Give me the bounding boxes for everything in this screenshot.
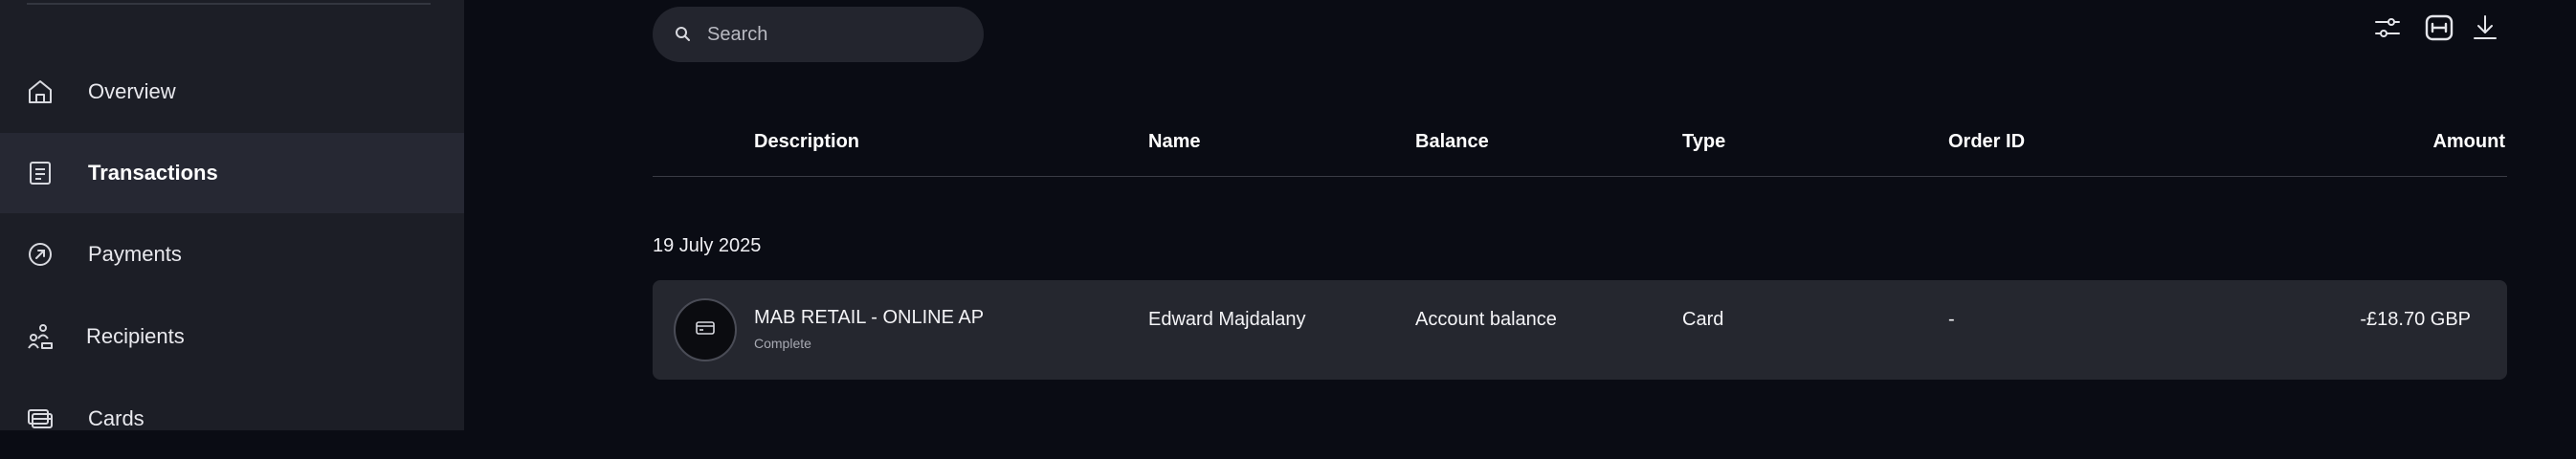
sidebar-item-label: Payments bbox=[88, 242, 182, 266]
column-header-description[interactable]: Description bbox=[754, 131, 859, 153]
transaction-type: Card bbox=[1682, 309, 1724, 330]
transaction-order-id: - bbox=[1948, 309, 1955, 330]
sidebar-item-overview[interactable]: Overview bbox=[0, 52, 464, 132]
main-content: Description Name Balance Type Order ID A… bbox=[464, 0, 2576, 430]
search-bar[interactable] bbox=[653, 7, 984, 62]
column-header-order-id[interactable]: Order ID bbox=[1948, 131, 2025, 153]
sidebar-item-transactions[interactable]: Transactions bbox=[0, 133, 464, 213]
card-icon bbox=[695, 317, 716, 343]
recipients-icon bbox=[25, 321, 56, 352]
sidebar-divider bbox=[27, 3, 431, 5]
sidebar-item-label: Cards bbox=[88, 406, 144, 430]
sidebar-item-label: Overview bbox=[88, 79, 176, 103]
date-group-label: 19 July 2025 bbox=[653, 235, 762, 256]
sidebar-item-payments[interactable]: Payments bbox=[0, 214, 464, 295]
search-input[interactable] bbox=[705, 7, 964, 62]
search-icon bbox=[674, 25, 693, 44]
column-header-type[interactable]: Type bbox=[1682, 131, 1725, 153]
columns-button[interactable] bbox=[2423, 13, 2455, 46]
sidebar-item-cards[interactable]: Cards bbox=[0, 379, 464, 459]
transaction-name: Edward Majdalany bbox=[1148, 309, 1306, 330]
transaction-balance: Account balance bbox=[1415, 309, 1557, 330]
header-divider bbox=[653, 176, 2507, 177]
columns-icon bbox=[2425, 13, 2454, 47]
sidebar: Overview Transactions Payments Recipient… bbox=[0, 0, 464, 430]
transaction-avatar bbox=[674, 298, 737, 361]
column-header-amount[interactable]: Amount bbox=[2432, 131, 2505, 153]
home-icon bbox=[25, 76, 56, 107]
table-row[interactable]: MAB RETAIL - ONLINE AP Complete Edward M… bbox=[653, 280, 2507, 380]
sidebar-item-recipients[interactable]: Recipients bbox=[0, 296, 464, 377]
column-header-balance[interactable]: Balance bbox=[1415, 131, 1489, 153]
column-header-name[interactable]: Name bbox=[1148, 131, 1200, 153]
sliders-icon bbox=[2373, 13, 2402, 47]
transaction-amount: -£18.70 GBP bbox=[2360, 309, 2471, 330]
arrow-up-right-circle-icon bbox=[25, 239, 56, 270]
download-button[interactable] bbox=[2469, 13, 2501, 46]
filter-button[interactable] bbox=[2371, 13, 2404, 46]
cards-icon bbox=[25, 404, 56, 434]
transaction-description: MAB RETAIL - ONLINE AP bbox=[754, 307, 985, 328]
receipt-icon bbox=[25, 158, 56, 188]
transaction-status: Complete bbox=[754, 336, 811, 351]
download-icon bbox=[2471, 13, 2499, 47]
sidebar-item-label: Recipients bbox=[86, 324, 185, 348]
sidebar-item-label: Transactions bbox=[88, 161, 218, 185]
